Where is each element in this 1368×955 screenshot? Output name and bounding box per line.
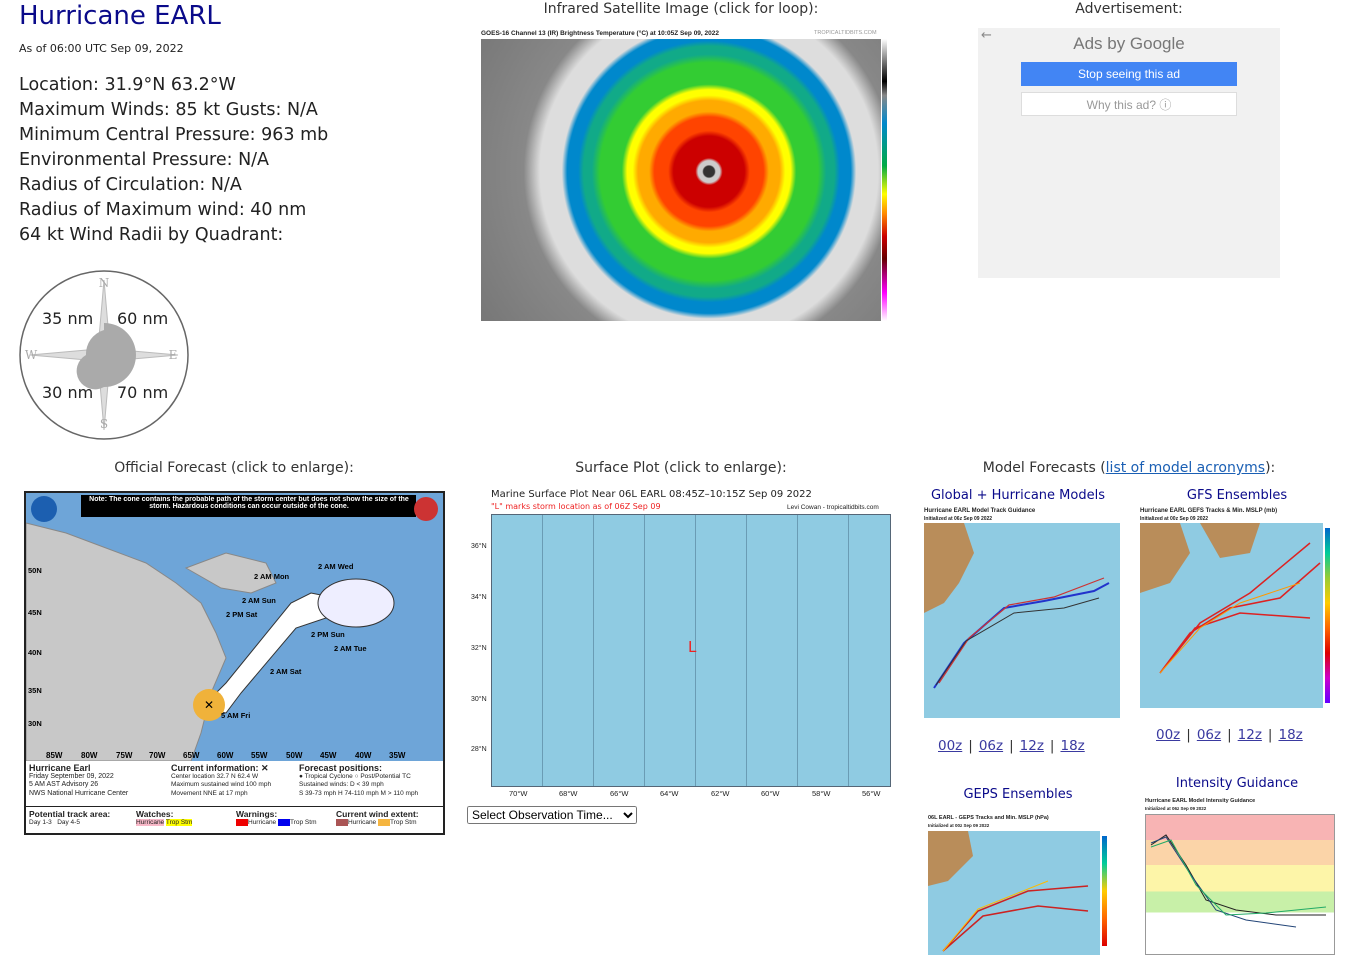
gfs-track-map <box>1140 523 1323 708</box>
model-acronyms-link[interactable]: list of model acronyms <box>1106 460 1265 476</box>
legend-wind-extent: Current wind extent: Hurricane Trop Stm <box>336 809 419 826</box>
stat-circulation: Radius of Circulation: N/A <box>19 175 242 195</box>
surface-subtitle: "L" marks storm location as of 06Z Sep 0… <box>491 502 661 511</box>
radius-se: 70 nm <box>117 383 168 402</box>
storm-location-mark: L <box>688 638 697 656</box>
label-5am-fri: 5 AM Fri <box>221 711 250 720</box>
svg-text:40N: 40N <box>28 648 42 657</box>
svg-text:45W: 45W <box>320 751 337 760</box>
label-2pm-sun: 2 PM Sun <box>311 630 345 639</box>
svg-text:35N: 35N <box>28 686 42 695</box>
stat-max-winds: Maximum Winds: 85 kt Gusts: N/A <box>19 100 318 120</box>
gfs-colorbar <box>1325 528 1330 703</box>
label-2am-sun: 2 AM Sun <box>242 596 276 605</box>
satellite-credit: TROPICALTIDBITS.COM <box>814 30 877 36</box>
compass-e: E <box>169 348 178 362</box>
gfs-ensembles-image[interactable]: Hurricane EARL GEFS Tracks & Min. MSLP (… <box>1137 506 1347 712</box>
legend-watches: Watches: Hurricane Trop Stm <box>136 809 193 826</box>
label-2pm-sat: 2 PM Sat <box>226 610 258 619</box>
label-2am-wed: 2 AM Wed <box>318 562 354 571</box>
label-2am-sat: 2 AM Sat <box>270 667 302 676</box>
temperature-colorbar <box>882 39 887 321</box>
svg-text:85W: 85W <box>46 751 63 760</box>
wind-radii-compass: N S E W 35 nm 60 nm 30 nm 70 nm <box>19 270 189 440</box>
svg-text:60W: 60W <box>217 751 234 760</box>
radius-nw: 35 nm <box>42 309 93 328</box>
gfs-ensembles-title: GFS Ensembles <box>1186 488 1288 503</box>
stat-pressure: Minimum Central Pressure: 963 mb <box>19 125 329 145</box>
compass-s: S <box>100 417 108 431</box>
svg-text:50W: 50W <box>286 751 303 760</box>
svg-text:75W: 75W <box>116 751 133 760</box>
intensity-chart <box>1145 814 1335 955</box>
ir-imagery <box>481 39 881 321</box>
geps-ensembles-title: GEPS Ensembles <box>963 787 1073 802</box>
ad-panel: ← Ads by Google Stop seeing this ad Why … <box>978 28 1280 278</box>
legend-current-info: Current information: ✕ Center location 3… <box>171 763 272 797</box>
ads-by-google: Ads by Google <box>1073 34 1185 53</box>
svg-text:35W: 35W <box>389 751 406 760</box>
geps-track-map <box>928 831 1100 955</box>
radius-sw: 30 nm <box>42 383 93 402</box>
svg-text:55W: 55W <box>251 751 268 760</box>
label-2am-mon: 2 AM Mon <box>254 572 290 581</box>
as-of-time: As of 06:00 UTC Sep 09, 2022 <box>19 42 184 55</box>
svg-text:30N: 30N <box>28 719 42 728</box>
svg-text:40W: 40W <box>355 751 372 760</box>
svg-text:45N: 45N <box>28 608 42 617</box>
global-runs: 00z | 06z | 12z | 18z <box>938 738 1085 754</box>
cone-note: Note: The cone contains the probable pat… <box>89 496 409 510</box>
stat-rmw: Radius of Maximum wind: 40 nm <box>19 200 307 220</box>
ad-caption: Advertisement: <box>1075 1 1183 17</box>
surface-map: L <box>491 514 891 787</box>
satellite-header: GOES-16 Channel 13 (IR) Brightness Tempe… <box>481 30 719 37</box>
intensity-guidance-image[interactable]: Hurricane EARL Model Intensity Guidance … <box>1140 796 1340 955</box>
global-track-map <box>924 523 1120 718</box>
svg-text:50N: 50N <box>28 566 42 575</box>
svg-text:70W: 70W <box>149 751 166 760</box>
svg-text:65W: 65W <box>183 751 200 760</box>
svg-text:✕: ✕ <box>204 698 214 712</box>
storm-stats: Location: 31.9°N 63.2°W Maximum Winds: 8… <box>19 73 328 248</box>
storm-title: Hurricane EARL <box>19 1 221 31</box>
intensity-guidance-title: Intensity Guidance <box>1175 776 1299 791</box>
stat-wind-radii: 64 kt Wind Radii by Quadrant: <box>19 225 284 245</box>
legend-track-area: Potential track area: Day 1-3 Day 4-5 <box>29 809 111 826</box>
model-forecasts-caption: Model Forecasts (list of model acronyms)… <box>982 460 1276 476</box>
why-this-ad-button[interactable]: Why this ad? ⓘ <box>1021 92 1237 116</box>
satellite-caption: Infrared Satellite Image (click for loop… <box>543 1 819 17</box>
cone-map: ✕ Note: The cone contains the probable p… <box>26 493 443 761</box>
label-2am-tue: 2 AM Tue <box>334 644 367 653</box>
observation-time-select[interactable]: Select Observation Time... <box>467 806 637 824</box>
gfs-runs: 00z | 06z | 12z | 18z <box>1156 727 1303 743</box>
official-forecast-image[interactable]: ✕ Note: The cone contains the probable p… <box>24 491 445 835</box>
legend-forecast-positions: Forecast positions: ● Tropical Cyclone ○… <box>299 763 419 797</box>
legend-storm-info: Hurricane Earl Friday September 09, 2022… <box>29 763 129 797</box>
official-forecast-caption: Official Forecast (click to enlarge): <box>114 460 354 476</box>
radius-ne: 60 nm <box>117 309 168 328</box>
surface-credit: Levi Cowan - tropicaltidbits.com <box>787 504 879 511</box>
surface-plot-image[interactable]: Marine Surface Plot Near 06L EARL 08:45Z… <box>465 487 897 803</box>
legend-warnings: Warnings: Hurricane Trop Stm <box>236 809 317 826</box>
satellite-image[interactable]: GOES-16 Channel 13 (IR) Brightness Tempe… <box>478 28 898 328</box>
global-models-image[interactable]: Hurricane EARL Model Track Guidance Init… <box>918 506 1126 724</box>
svg-text:80W: 80W <box>81 751 98 760</box>
stat-env-pressure: Environmental Pressure: N/A <box>19 150 270 170</box>
stat-location: Location: 31.9°N 63.2°W <box>19 75 236 95</box>
surface-plot-caption: Surface Plot (click to enlarge): <box>575 460 787 476</box>
global-models-title: Global + Hurricane Models <box>930 488 1105 503</box>
compass-n: N <box>99 276 110 290</box>
geps-colorbar <box>1102 836 1107 946</box>
geps-ensembles-image[interactable]: 06L EARL - GEPS Tracks and Min. MSLP (hP… <box>918 812 1123 955</box>
compass-w: W <box>25 348 38 362</box>
stop-seeing-ad-button[interactable]: Stop seeing this ad <box>1021 62 1237 86</box>
surface-title: Marine Surface Plot Near 06L EARL 08:45Z… <box>491 489 812 500</box>
